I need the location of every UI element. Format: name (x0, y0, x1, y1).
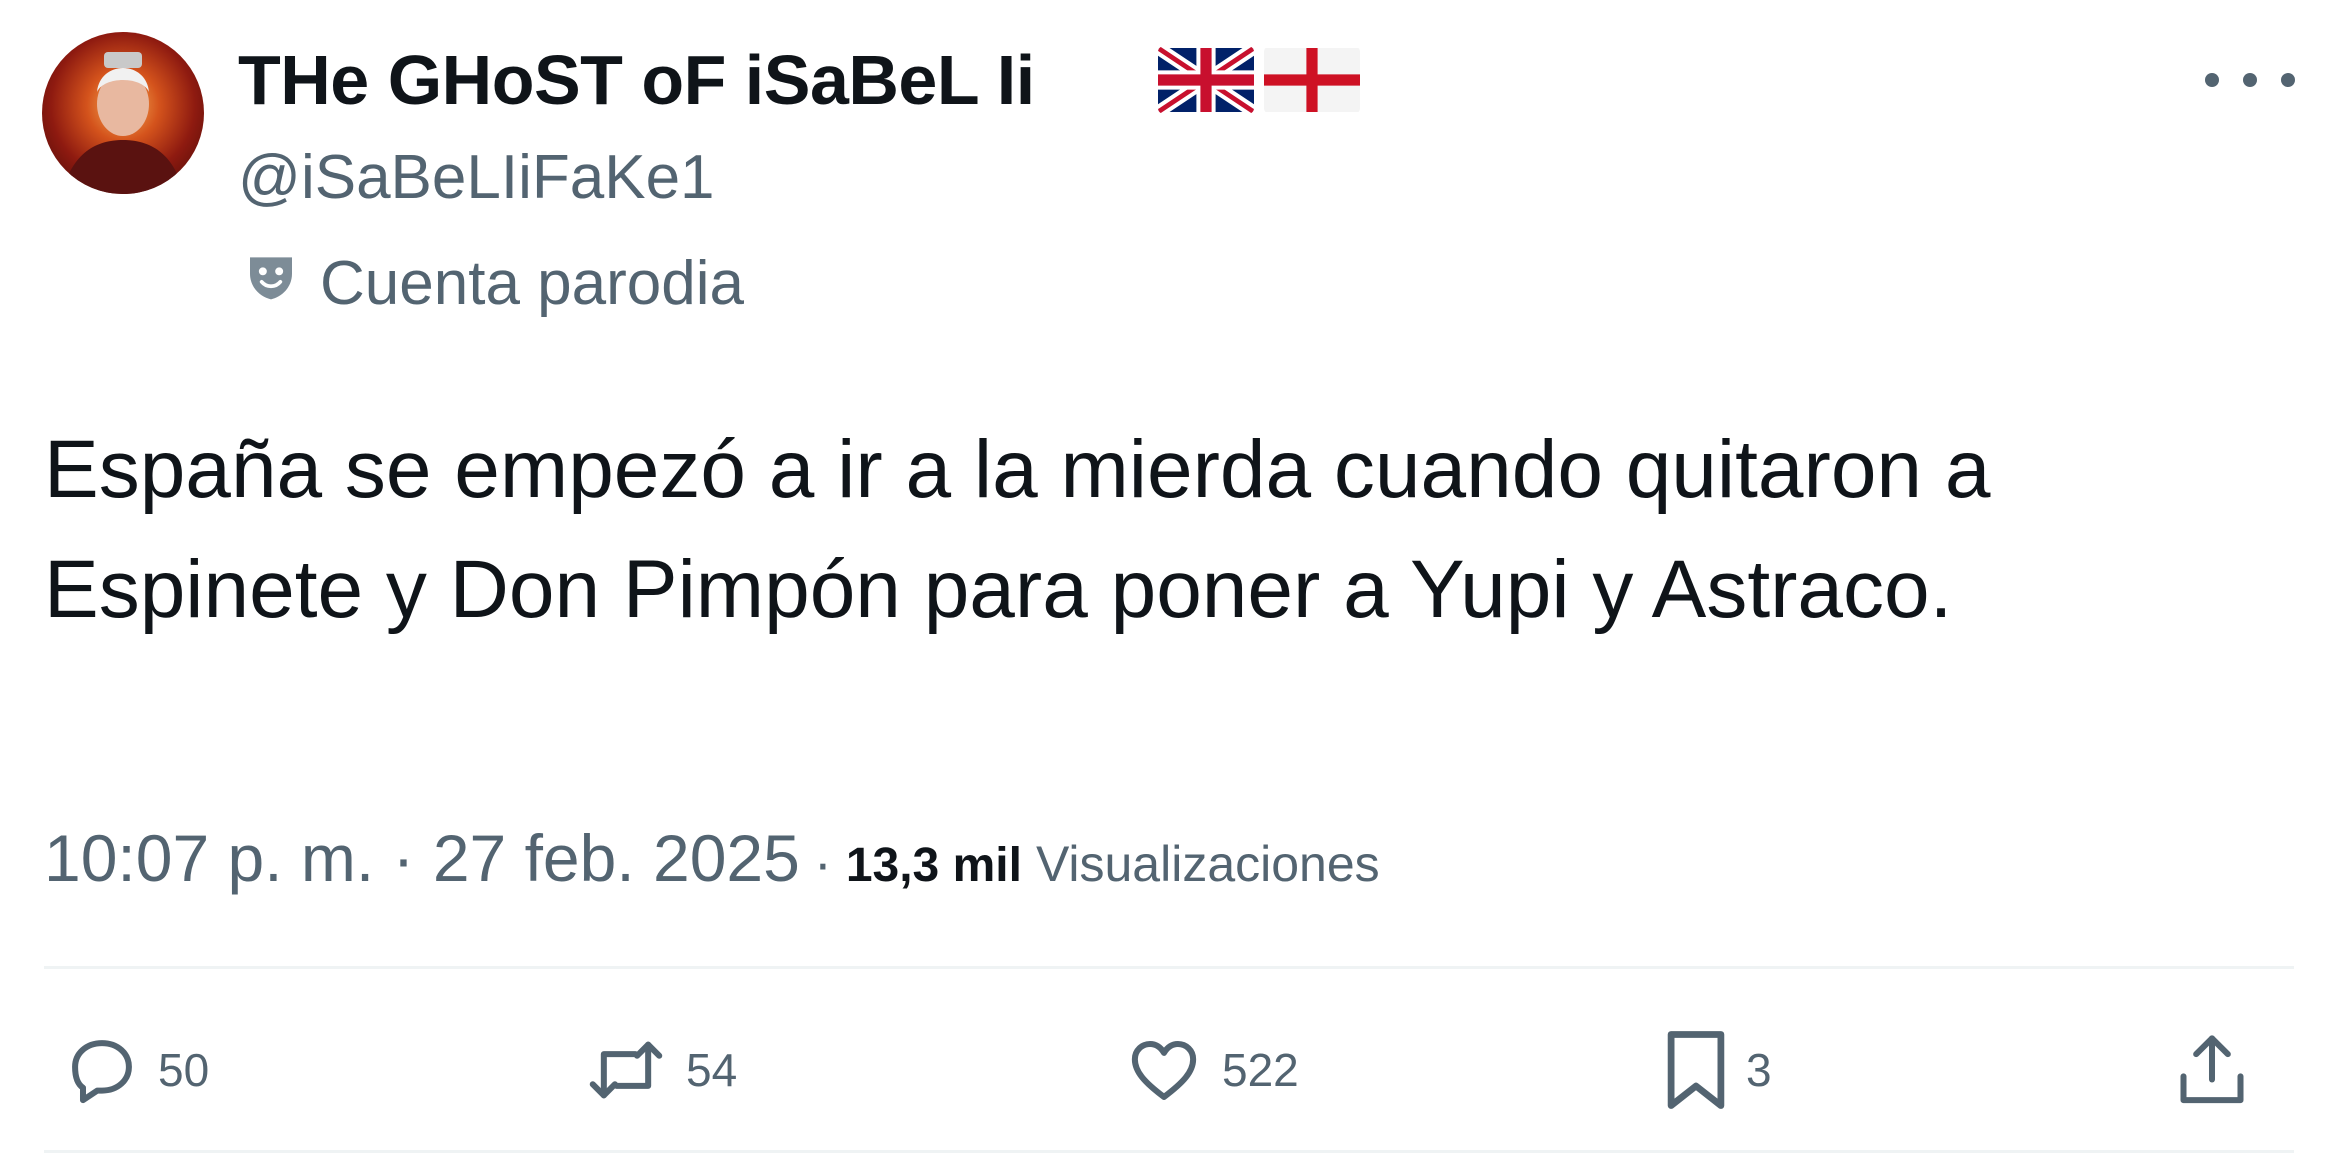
like-count: 522 (1222, 1044, 1299, 1096)
bookmark-button[interactable]: 3 (1664, 1005, 1772, 1135)
avatar-image (62, 52, 184, 194)
display-name[interactable]: THe GHoST oF iSaBeL Ii (238, 38, 1035, 122)
bookmark-icon (1667, 1031, 1725, 1109)
name-flags (1158, 46, 1360, 114)
divider-bottom (44, 1150, 2294, 1153)
share-icon (2180, 1035, 2244, 1104)
views-label: Visualizaciones (1035, 836, 1380, 892)
repost-icon (589, 1041, 663, 1099)
more-icon[interactable] (2205, 60, 2295, 100)
reply-icon (72, 1040, 132, 1104)
england-flag-icon (1264, 46, 1360, 114)
repost-count: 54 (686, 1044, 738, 1096)
bookmark-count: 3 (1746, 1044, 1772, 1096)
reply-button[interactable]: 50 (64, 1005, 209, 1135)
reply-count: 50 (158, 1044, 210, 1096)
parody-mask-icon (243, 248, 299, 304)
divider-top (44, 966, 2294, 969)
like-icon (1131, 1041, 1197, 1100)
share-button[interactable] (2174, 1005, 2250, 1135)
tweet-text: España se empezó a ir a la mierda cuando… (44, 424, 1991, 635)
views-count: 13,3 mil (845, 839, 1022, 892)
parody-account-label: Cuenta parodia (320, 249, 744, 318)
user-handle[interactable]: @iSaBeLIiFaKe1 (238, 140, 715, 216)
action-bar: 50 54 522 3 (44, 1005, 2294, 1135)
repost-button[interactable]: 54 (584, 1005, 737, 1135)
tweet-meta: 10:07 p. m. · 27 feb. 2025 · 13,3 mil Vi… (44, 818, 1380, 906)
meta-separator: · (813, 833, 832, 893)
united-kingdom-flag-icon (1158, 46, 1254, 114)
avatar[interactable] (42, 32, 204, 194)
tweet-timestamp[interactable]: 10:07 p. m. · 27 feb. 2025 (44, 818, 800, 898)
like-button[interactable]: 522 (1124, 1005, 1299, 1135)
